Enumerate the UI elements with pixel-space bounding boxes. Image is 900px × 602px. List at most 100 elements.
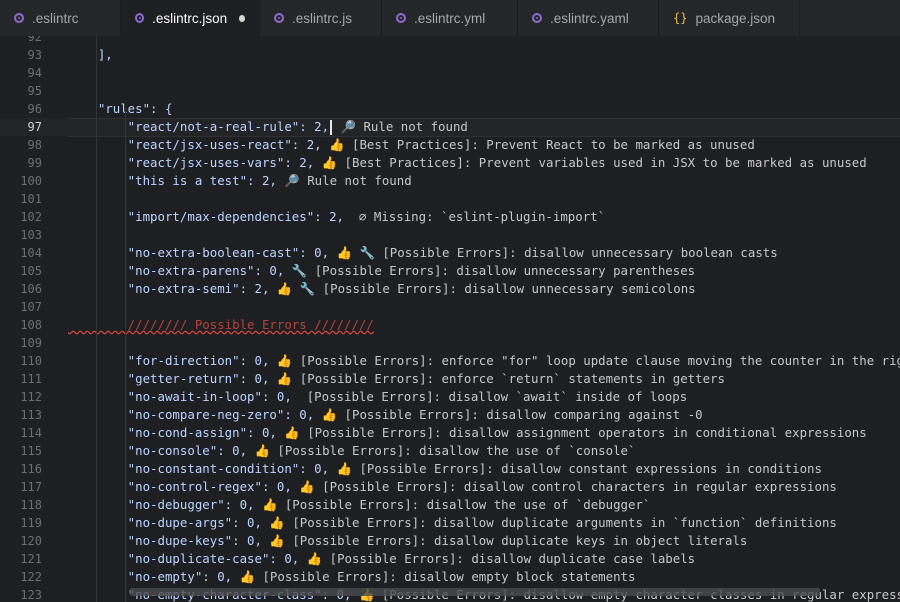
rule-hint: 👍 [Possible Errors]: disallow empty bloc…	[232, 569, 636, 584]
tab-label: package.json	[695, 10, 776, 26]
tab-package-json[interactable]: {} package.json	[659, 0, 800, 36]
code-line[interactable]: 102 "import/max-dependencies": 2, ⌀ Miss…	[0, 208, 900, 226]
code-text: //////// Possible Errors ////////	[68, 316, 374, 334]
code-line[interactable]: 92	[0, 36, 900, 46]
code-token: "no-await-in-loop": 0,	[68, 389, 292, 404]
rule-hint: ⌀ Missing: `eslint-plugin-import`	[344, 209, 606, 224]
code-line[interactable]: 104 "no-extra-boolean-cast": 0, 👍 🔧 [Pos…	[0, 244, 900, 262]
code-editor[interactable]: 92 93 ], 94 95 96 "rules": {97 "react/not-a-…	[0, 36, 900, 602]
code-line[interactable]: 116 "no-constant-condition": 0, 👍 [Possi…	[0, 460, 900, 478]
rule-hint: 🔧 [Possible Errors]: disallow unnecessar…	[284, 263, 696, 278]
code-text: "this is a test": 2, 🔎 Rule not found	[68, 172, 412, 190]
code-text: "no-debugger": 0, 👍 [Possible Errors]: d…	[68, 496, 651, 514]
line-number: 119	[20, 516, 42, 530]
code-line[interactable]: 112 "no-await-in-loop": 0, [Possible Err…	[0, 388, 900, 406]
line-number: 121	[20, 552, 42, 566]
rule-hint: 👍 🔧 [Possible Errors]: disallow unnecess…	[329, 245, 778, 260]
line-number: 101	[20, 192, 42, 206]
code-token: "no-compare-neg-zero": 0,	[68, 407, 315, 422]
tab-eslintrc-js[interactable]: .eslintrc.js	[260, 0, 382, 36]
line-number: 106	[20, 282, 42, 296]
line-number: 118	[20, 498, 42, 512]
line-number: 104	[20, 246, 42, 260]
tab-label: .eslintrc.yml	[414, 10, 486, 26]
code-line[interactable]: 114 "no-cond-assign": 0, 👍 [Possible Err…	[0, 424, 900, 442]
code-line[interactable]: 110 "for-direction": 0, 👍 [Possible Erro…	[0, 352, 900, 370]
line-number: 105	[20, 264, 42, 278]
line-number: 111	[20, 372, 42, 386]
code-text: "no-cond-assign": 0, 👍 [Possible Errors]…	[68, 424, 867, 442]
rule-hint: 👍 🔧 [Possible Errors]: disallow unnecess…	[269, 281, 696, 296]
indent-guide	[125, 108, 126, 602]
code-text: "no-extra-semi": 2, 👍 🔧 [Possible Errors…	[68, 280, 696, 298]
line-number: 94	[27, 66, 42, 80]
rule-hint: [Possible Errors]: disallow `await` insi…	[291, 389, 688, 404]
tab-eslintrc-json[interactable]: .eslintrc.json	[121, 0, 260, 36]
code-text: "for-direction": 0, 👍 [Possible Errors]:…	[68, 352, 900, 370]
tab-eslintrc-yaml[interactable]: .eslintrc.yaml	[518, 0, 659, 36]
code-text: "getter-return": 0, 👍 [Possible Errors]:…	[68, 370, 725, 388]
code-line[interactable]: 97 "react/not-a-real-rule": 2, 🔎 Rule no…	[0, 118, 900, 137]
tab-bar: .eslintrc .eslintrc.json .eslintrc.js .e…	[0, 0, 900, 36]
eslint-icon	[532, 13, 542, 23]
eslint-icon	[135, 13, 145, 23]
code-line[interactable]: 122 "no-empty": 0, 👍 [Possible Errors]: …	[0, 568, 900, 586]
code-line[interactable]: 121 "no-duplicate-case": 0, 👍 [Possible …	[0, 550, 900, 568]
code-line[interactable]: 99 "react/jsx-uses-vars": 2, 👍 [Best Pra…	[0, 154, 900, 172]
line-number: 114	[20, 426, 42, 440]
rule-hint: 👍 [Possible Errors]: disallow assignment…	[276, 425, 867, 440]
code-line[interactable]: 109	[0, 334, 900, 352]
code-line[interactable]: 105 "no-extra-parens": 0, 🔧 [Possible Er…	[0, 262, 900, 280]
code-line[interactable]: 113 "no-compare-neg-zero": 0, 👍 [Possibl…	[0, 406, 900, 424]
line-number: 96	[27, 102, 42, 116]
rule-hint: 👍 [Possible Errors]: disallow comparing …	[314, 407, 703, 422]
code-text: "no-compare-neg-zero": 0, 👍 [Possible Er…	[68, 406, 703, 424]
rule-hint: 👍 [Best Practices]: Prevent variables us…	[314, 155, 867, 170]
text-cursor	[330, 120, 333, 135]
code-text: "no-dupe-args": 0, 👍 [Possible Errors]: …	[68, 514, 837, 532]
code-token: "no-dupe-args": 0,	[68, 515, 262, 530]
line-number: 92	[27, 36, 42, 44]
code-token: "react/not-a-real-rule": 2,	[68, 119, 330, 134]
code-token: "getter-return": 0,	[68, 371, 270, 386]
line-number: 120	[20, 534, 42, 548]
rule-hint: 👍 [Possible Errors]: disallow the use of…	[254, 497, 651, 512]
line-number: 108	[20, 318, 42, 332]
rule-hint: 👍 [Possible Errors]: disallow control ch…	[291, 479, 837, 494]
code-line[interactable]: 107	[0, 298, 900, 316]
rule-hint: 👍 [Possible Errors]: enforce "for" loop …	[269, 353, 900, 368]
unsaved-dot-icon[interactable]	[239, 14, 245, 22]
code-line[interactable]: 111 "getter-return": 0, 👍 [Possible Erro…	[0, 370, 900, 388]
code-line[interactable]: 106 "no-extra-semi": 2, 👍 🔧 [Possible Er…	[0, 280, 900, 298]
code-token: ],	[68, 47, 113, 62]
code-line[interactable]: 101	[0, 190, 900, 208]
code-line[interactable]: 95	[0, 82, 900, 100]
horizontal-scrollbar[interactable]	[130, 588, 820, 596]
code-line[interactable]: 118 "no-debugger": 0, 👍 [Possible Errors…	[0, 496, 900, 514]
code-line[interactable]: 103	[0, 226, 900, 244]
indent-guide	[96, 36, 97, 602]
tab-label: .eslintrc.yaml	[550, 10, 629, 26]
tab-eslintrc[interactable]: .eslintrc	[0, 0, 121, 36]
line-number: 102	[20, 210, 42, 224]
code-line[interactable]: 115 "no-console": 0, 👍 [Possible Errors]…	[0, 442, 900, 460]
code-token: "react/jsx-uses-react": 2,	[68, 137, 322, 152]
code-line[interactable]: 119 "no-dupe-args": 0, 👍 [Possible Error…	[0, 514, 900, 532]
code-line[interactable]: 120 "no-dupe-keys": 0, 👍 [Possible Error…	[0, 532, 900, 550]
line-number: 117	[20, 480, 42, 494]
rule-hint: 👍 [Possible Errors]: disallow duplicate …	[299, 551, 696, 566]
line-number: 122	[20, 570, 42, 584]
code-line[interactable]: 94	[0, 64, 900, 82]
tab-eslintrc-yml[interactable]: .eslintrc.yml	[382, 0, 518, 36]
code-text: "react/jsx-uses-vars": 2, 👍 [Best Practi…	[68, 154, 867, 172]
code-line[interactable]: 100 "this is a test": 2, 🔎 Rule not foun…	[0, 172, 900, 190]
code-token: "rules": {	[68, 101, 173, 116]
code-line[interactable]: 93 ],	[0, 46, 900, 64]
line-number: 109	[20, 336, 42, 350]
tab-label: .eslintrc	[32, 10, 79, 26]
code-line[interactable]: 98 "react/jsx-uses-react": 2, 👍 [Best Pr…	[0, 136, 900, 154]
code-line[interactable]: 117 "no-control-regex": 0, 👍 [Possible E…	[0, 478, 900, 496]
tab-label: .eslintrc.json	[152, 10, 228, 26]
code-line[interactable]: 96 "rules": {	[0, 100, 900, 118]
code-line[interactable]: 108 //////// Possible Errors ////////	[0, 316, 900, 334]
